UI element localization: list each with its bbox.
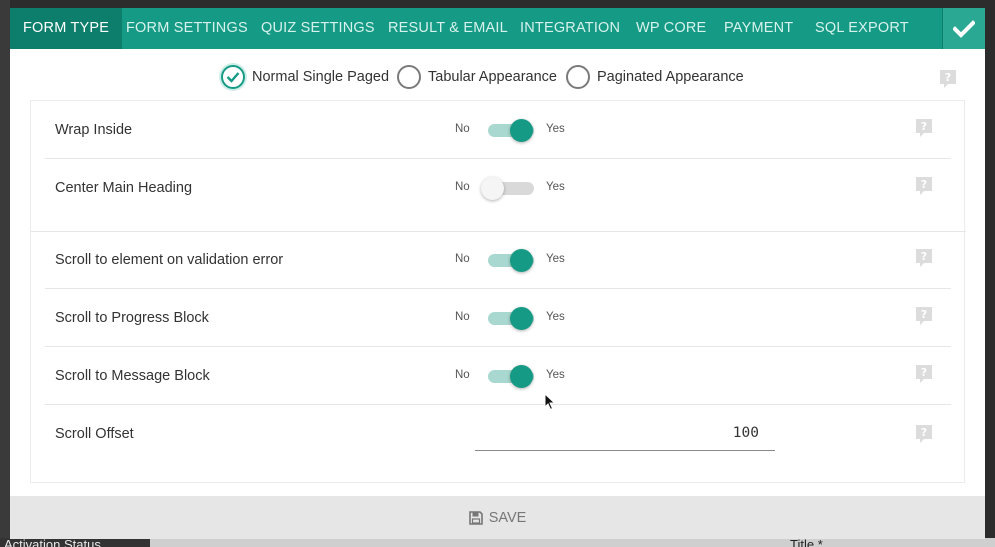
radio-paginated-appearance[interactable]: Paginated Appearance (566, 65, 744, 89)
toggle-no-label: No (455, 253, 470, 265)
radio-unchecked-icon (566, 65, 590, 89)
setting-label: Center Main Heading (55, 180, 193, 196)
scroll-validation-error-toggle[interactable] (488, 249, 534, 272)
question-bubble-icon[interactable]: ? (915, 248, 933, 268)
setting-row-scroll-message-block: Scroll to Message Block No Yes ? (45, 347, 951, 405)
svg-text:?: ? (921, 178, 927, 191)
radio-label: Paginated Appearance (597, 69, 744, 85)
setting-row-scroll-validation-error: Scroll to element on validation error No… (45, 231, 951, 289)
question-bubble-icon[interactable]: ? (939, 69, 957, 89)
setting-row-wrap-inside: Wrap Inside No Yes ? (45, 101, 951, 159)
form-settings-modal: FORM TYPE FORM SETTINGS QUIZ SETTINGS RE… (10, 8, 985, 539)
settings-panel: Wrap Inside No Yes ? Center Main Heading… (30, 100, 966, 483)
toggle-no-label: No (455, 311, 470, 323)
toggle-no-label: No (455, 369, 470, 381)
setting-row-scroll-progress-block: Scroll to Progress Block No Yes ? (45, 289, 951, 347)
svg-text:?: ? (921, 250, 927, 263)
tab-sql-export[interactable]: SQL EXPORT (815, 8, 909, 49)
toggle-yes-label: Yes (546, 311, 565, 323)
setting-label: Scroll Offset (55, 426, 134, 442)
tab-result-email[interactable]: RESULT & EMAIL (388, 8, 508, 49)
save-label: SAVE (488, 509, 527, 526)
radio-unchecked-icon (397, 65, 421, 89)
radio-tabular-appearance[interactable]: Tabular Appearance (397, 65, 557, 89)
save-button[interactable]: SAVE (468, 509, 527, 526)
setting-label: Scroll to Message Block (55, 368, 210, 384)
scroll-offset-input[interactable] (475, 415, 775, 451)
tab-integration[interactable]: INTEGRATION (520, 8, 620, 49)
checkmark-icon (953, 19, 975, 38)
tab-form-settings[interactable]: FORM SETTINGS (126, 8, 248, 49)
tab-bar: FORM TYPE FORM SETTINGS QUIZ SETTINGS RE… (10, 8, 985, 49)
radio-normal-single-paged[interactable]: Normal Single Paged (221, 65, 389, 89)
tab-payment[interactable]: PAYMENT (724, 8, 793, 49)
radio-label: Tabular Appearance (428, 69, 557, 85)
toggle-yes-label: Yes (546, 253, 565, 265)
toggle-no-label: No (455, 181, 470, 193)
setting-row-center-main-heading: Center Main Heading No Yes ? (45, 159, 951, 231)
question-bubble-icon[interactable]: ? (915, 176, 933, 196)
page-backdrop (0, 0, 10, 547)
page-backdrop-bottom (0, 538, 995, 547)
tab-quiz-settings[interactable]: QUIZ SETTINGS (261, 8, 375, 49)
center-main-heading-toggle[interactable] (481, 177, 534, 200)
tab-form-type[interactable]: FORM TYPE (10, 8, 123, 49)
tab-wp-core[interactable]: WP CORE (636, 8, 706, 49)
floppy-disk-icon (468, 510, 483, 525)
question-bubble-icon[interactable]: ? (915, 118, 933, 138)
question-bubble-icon[interactable]: ? (915, 306, 933, 326)
form-type-radio-group: Normal Single Paged Tabular Appearance P… (10, 63, 985, 93)
question-bubble-icon[interactable]: ? (915, 364, 933, 384)
svg-text:?: ? (921, 366, 927, 379)
toggle-no-label: No (455, 123, 470, 135)
svg-text:?: ? (921, 308, 927, 321)
setting-label: Wrap Inside (55, 122, 133, 138)
setting-label: Scroll to element on validation error (55, 252, 284, 268)
svg-text:?: ? (921, 120, 927, 133)
mouse-pointer-icon (544, 393, 556, 411)
scroll-message-block-toggle[interactable] (488, 365, 534, 388)
radio-checked-icon (221, 65, 245, 89)
modal-footer: SAVE (10, 496, 985, 539)
radio-label: Normal Single Paged (252, 69, 390, 85)
setting-label: Scroll to Progress Block (55, 310, 209, 326)
svg-text:?: ? (945, 71, 951, 84)
svg-text:?: ? (921, 426, 927, 439)
toggle-yes-label: Yes (546, 181, 565, 193)
confirm-button[interactable] (942, 8, 985, 49)
wrap-inside-toggle[interactable] (488, 119, 534, 142)
toggle-yes-label: Yes (546, 123, 565, 135)
question-bubble-icon[interactable]: ? (915, 424, 933, 444)
toggle-yes-label: Yes (546, 369, 565, 381)
scroll-progress-block-toggle[interactable] (488, 307, 534, 330)
